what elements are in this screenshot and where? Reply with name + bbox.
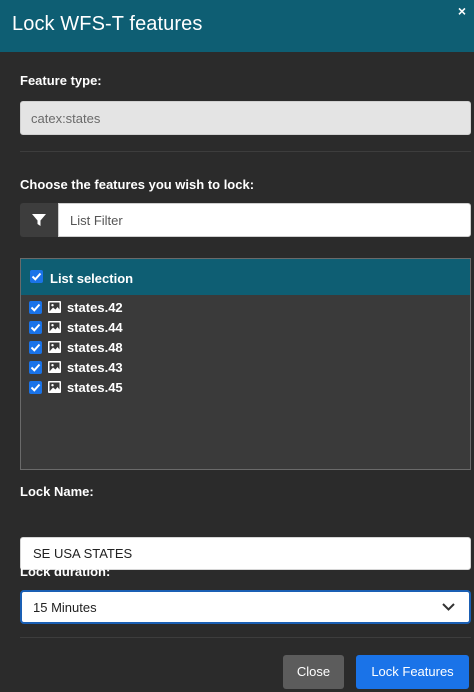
list-filter-input[interactable] bbox=[58, 203, 471, 237]
close-button[interactable]: Close bbox=[283, 655, 344, 689]
item-checkbox[interactable] bbox=[29, 321, 42, 334]
lock-duration-value: 15 Minutes bbox=[33, 600, 97, 615]
image-icon bbox=[48, 341, 61, 353]
item-label: states.45 bbox=[67, 380, 123, 395]
filter-button[interactable] bbox=[20, 203, 58, 237]
lock-duration-label: Lock duration: bbox=[20, 564, 111, 579]
chevron-down-icon bbox=[442, 603, 455, 611]
image-icon bbox=[48, 381, 61, 393]
list-item[interactable]: states.44 bbox=[21, 318, 470, 338]
item-checkbox[interactable] bbox=[29, 341, 42, 354]
lock-wfst-dialog: Lock WFS-T features × Feature type: cate… bbox=[0, 0, 474, 692]
list-item[interactable]: states.48 bbox=[21, 338, 470, 358]
lock-name-label: Lock Name: bbox=[20, 484, 94, 499]
lock-features-button[interactable]: Lock Features bbox=[356, 655, 469, 689]
feature-list: List selection states.42 states.44 state… bbox=[20, 258, 471, 470]
list-selection-header[interactable]: List selection bbox=[21, 259, 470, 295]
dialog-title: Lock WFS-T features bbox=[12, 13, 203, 35]
list-filter-group bbox=[20, 203, 471, 237]
footer-divider bbox=[20, 637, 471, 638]
item-checkbox[interactable] bbox=[29, 301, 42, 314]
item-label: states.43 bbox=[67, 360, 123, 375]
close-icon[interactable]: × bbox=[458, 3, 466, 19]
select-all-checkbox[interactable] bbox=[30, 270, 43, 283]
item-checkbox[interactable] bbox=[29, 361, 42, 374]
list-item[interactable]: states.42 bbox=[21, 298, 470, 318]
list-item[interactable]: states.45 bbox=[21, 378, 470, 398]
dialog-header: Lock WFS-T features × bbox=[0, 0, 474, 52]
item-checkbox[interactable] bbox=[29, 381, 42, 394]
divider bbox=[20, 151, 471, 152]
choose-features-label: Choose the features you wish to lock: bbox=[20, 177, 255, 192]
list-item[interactable]: states.43 bbox=[21, 358, 470, 378]
feature-type-field: catex:states bbox=[20, 101, 471, 135]
lock-duration-select[interactable]: 15 Minutes bbox=[20, 590, 471, 624]
image-icon bbox=[48, 301, 61, 313]
funnel-icon bbox=[32, 214, 46, 226]
item-label: states.44 bbox=[67, 320, 123, 335]
image-icon bbox=[48, 361, 61, 373]
list-selection-label: List selection bbox=[50, 271, 134, 286]
item-label: states.48 bbox=[67, 340, 123, 355]
item-label: states.42 bbox=[67, 300, 123, 315]
image-icon bbox=[48, 321, 61, 333]
feature-type-label: Feature type: bbox=[20, 73, 102, 88]
